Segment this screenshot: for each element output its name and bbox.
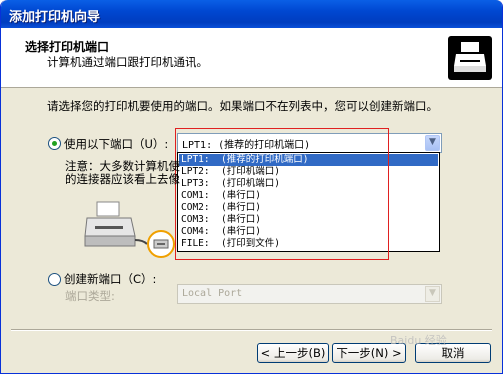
wizard-header: 选择打印机端口 计算机通过端口跟打印机通讯。 — [1, 28, 502, 88]
chevron-down-icon: ▼ — [429, 137, 436, 147]
use-port-radio[interactable] — [48, 137, 61, 150]
printer-icon — [448, 36, 492, 80]
radio-selected-dot — [52, 141, 57, 146]
footer-divider — [11, 329, 492, 331]
header-title: 选择打印机端口 — [25, 40, 110, 54]
chevron-down-icon: ▼ — [429, 288, 436, 298]
port-type-value: Local Port — [182, 288, 243, 299]
instruction-text: 请选择您的打印机要使用的端口。如果端口不在列表中，您可以创建新端口。 — [47, 99, 438, 113]
window-title: 添加打印机向导 — [9, 10, 101, 25]
port-type-label: 端口类型: — [65, 289, 115, 303]
port-type-dropdown-button: ▼ — [425, 286, 440, 302]
use-port-label[interactable]: 使用以下端口（U）: — [64, 136, 168, 152]
wizard-window: 添加打印机向导 选择打印机端口 计算机通过端口跟打印机通讯。 请选择您的打印机要… — [0, 0, 503, 374]
watermark: Baidu 经验 — [390, 334, 447, 347]
highlight-annotation — [175, 128, 389, 260]
note-line-2: 的连接器应该看上去像 — [65, 172, 180, 186]
create-port-radio[interactable] — [48, 273, 61, 286]
port-select-dropdown-button[interactable]: ▼ — [425, 135, 440, 151]
create-port-label[interactable]: 创建新端口（C）: — [64, 271, 156, 287]
note-text: 注意：大多数计算机使 的连接器应该看上去像 — [65, 160, 180, 186]
port-type-select: Local Port ▼ — [177, 284, 442, 304]
back-button[interactable]: < 上一步(B) — [257, 343, 329, 363]
parallel-port-icon — [147, 230, 175, 258]
printer-illustration-icon — [83, 200, 149, 255]
header-subtitle: 计算机通过端口跟打印机通讯。 — [47, 55, 208, 69]
title-bar[interactable]: 添加打印机向导 — [1, 0, 502, 28]
